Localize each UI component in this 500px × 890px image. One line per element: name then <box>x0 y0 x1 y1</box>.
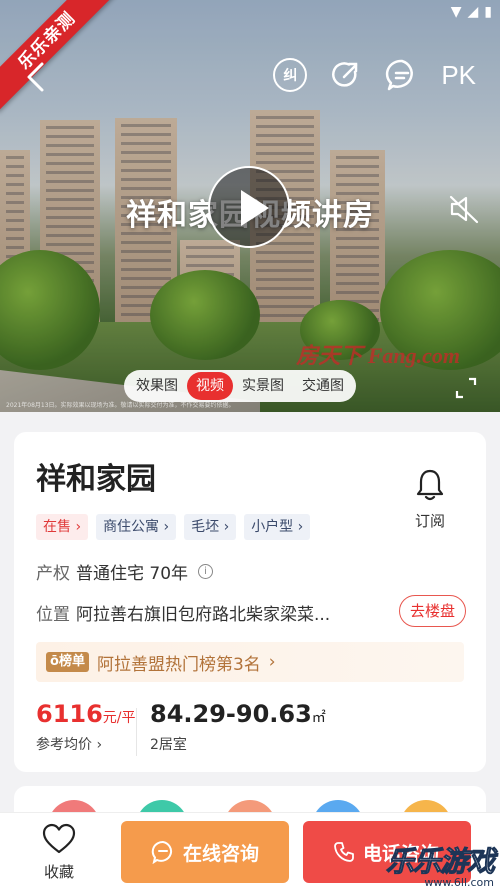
property-right-row: 产权 普通住宅 70年 i <box>36 559 214 584</box>
rank-text: 阿拉善盟热门榜第3名 <box>96 654 261 675</box>
chevron-right-icon: › <box>96 737 103 753</box>
price-label: 参考均价 <box>36 737 92 753</box>
tag-label: 小户型 <box>251 519 294 535</box>
wifi-icon: ▼ <box>450 4 462 20</box>
project-info-card: 祥和家园 订阅 在售 › 商住公寓 › 毛坯 › 小户型 › 产权 普通住宅 7… <box>14 432 486 772</box>
price-block[interactable]: 6116元/平 参考均价 › <box>36 700 136 754</box>
share-icon[interactable] <box>329 58 363 92</box>
message-icon[interactable] <box>385 58 419 92</box>
tag-unfurnished[interactable]: 毛坯 › <box>184 514 237 540</box>
subscribe-button[interactable]: 订阅 <box>410 468 450 531</box>
tab-real-scene[interactable]: 实景图 <box>233 372 293 400</box>
correct-icon-text: 纠 <box>283 68 298 84</box>
site-watermark: 乐乐游戏 www.6ll.com <box>386 840 500 890</box>
online-consult-label: 在线咨询 <box>182 842 259 865</box>
tag-label: 在售 <box>43 519 71 535</box>
chat-icon <box>151 840 173 864</box>
ranking-banner[interactable]: ō榜单 阿拉善盟热门榜第3名 › <box>36 642 464 682</box>
phone-icon <box>334 842 354 862</box>
location-row[interactable]: 位置 阿拉善右旗旧包府路北柴家梁菜... <box>36 600 366 625</box>
tag-on-sale[interactable]: 在售 › <box>36 514 89 540</box>
divider <box>136 708 137 756</box>
project-name: 祥和家园 <box>36 462 156 497</box>
back-arrow-icon[interactable] <box>22 60 52 94</box>
media-tabs: 效果图 视频 实景图 交通图 <box>124 370 356 402</box>
pk-button[interactable]: PK <box>441 60 476 91</box>
site-watermark-text: 乐乐游戏 <box>386 845 496 879</box>
area-value: 84.29-90.63 <box>150 700 312 728</box>
tag-label: 商住公寓 <box>103 519 160 535</box>
area-label: 2居室 <box>150 737 187 753</box>
subscribe-label: 订阅 <box>414 512 445 530</box>
rank-badge-label: 榜单 <box>58 654 85 669</box>
favorite-button[interactable]: 收藏 <box>24 823 94 882</box>
info-icon[interactable]: i <box>198 564 214 579</box>
tag-label: 毛坯 <box>191 519 220 535</box>
fullscreen-icon[interactable] <box>454 376 478 400</box>
play-button[interactable] <box>208 166 290 248</box>
online-consult-button[interactable]: 在线咨询 <box>121 821 289 883</box>
tag-commercial-apartment[interactable]: 商住公寓 › <box>96 514 177 540</box>
area-unit: ㎡ <box>311 710 326 726</box>
battery-icon: ▮ <box>484 4 492 20</box>
heart-icon <box>42 823 76 854</box>
signal-icon: ◢ <box>467 4 479 20</box>
mute-icon[interactable] <box>448 194 480 224</box>
tab-video[interactable]: 视频 <box>187 372 233 400</box>
tab-traffic[interactable]: 交通图 <box>293 372 353 400</box>
tag-list: 在售 › 商住公寓 › 毛坯 › 小户型 › <box>36 514 311 540</box>
property-right-key: 产权 <box>36 564 70 584</box>
location-value: 阿拉善右旗旧包府路北柴家梁菜... <box>76 605 331 625</box>
tag-small-unit[interactable]: 小户型 › <box>244 514 311 540</box>
rank-badge: ō榜单 <box>46 652 89 672</box>
property-right-value: 普通住宅 70年 <box>76 564 189 584</box>
favorite-label: 收藏 <box>43 863 74 881</box>
price-value: 6116 <box>36 700 103 728</box>
status-bar: ▼ ◢ ▮ <box>451 4 492 20</box>
go-to-building-button[interactable]: 去楼盘 <box>398 595 466 627</box>
bell-icon <box>416 469 444 501</box>
rank-badge-icon: ō <box>50 654 59 669</box>
location-key: 位置 <box>36 605 70 625</box>
price-unit: 元/平 <box>102 710 136 726</box>
chevron-right-icon: › <box>268 652 276 672</box>
tab-effect[interactable]: 效果图 <box>127 372 187 400</box>
header-actions: 纠 PK <box>273 58 476 92</box>
hero-watermark: 房天下 Fang.com <box>296 343 460 368</box>
area-block: 84.29-90.63㎡ 2居室 <box>150 700 326 754</box>
correct-icon[interactable]: 纠 <box>273 58 308 92</box>
